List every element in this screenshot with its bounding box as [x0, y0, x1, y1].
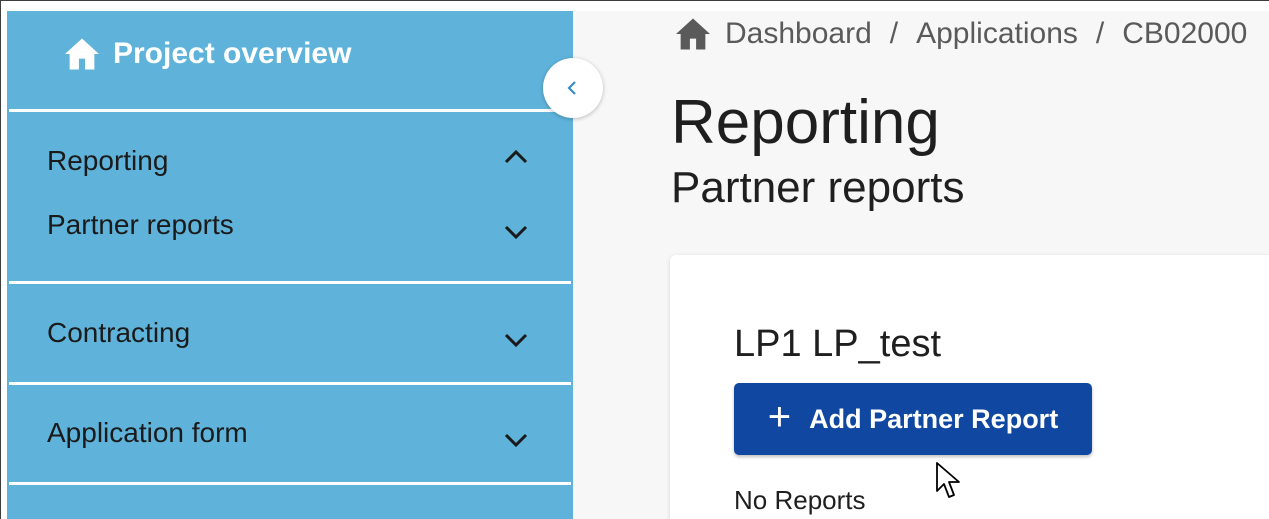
sidebar-item-partner-reports[interactable]: Partner reports [47, 209, 234, 241]
plus-icon: + [767, 394, 792, 439]
sidebar-item-application-form[interactable]: Application form [47, 417, 248, 449]
sidebar-divider [9, 482, 571, 485]
breadcrumb-applications[interactable]: Applications [916, 17, 1078, 51]
main-content: Dashboard / Applications / CB02000 Repor… [573, 11, 1269, 519]
partner-name: LP1 LP_test [734, 323, 942, 365]
chevron-down-icon[interactable] [501, 222, 531, 242]
page-subtitle: Partner reports [671, 163, 965, 212]
sidebar-divider [9, 109, 571, 112]
chevron-left-icon [567, 81, 576, 95]
sidebar-item-reporting[interactable]: Reporting [47, 145, 168, 177]
add-partner-report-label: Add Partner Report [809, 403, 1059, 434]
breadcrumb-dashboard[interactable]: Dashboard [725, 17, 872, 51]
project-overview-label: Project overview [113, 37, 352, 70]
sidebar: Project overview Reporting Partner repor… [7, 11, 573, 519]
partner-card: LP1 LP_test + Add Partner Report No Repo… [670, 255, 1269, 519]
mouse-cursor-icon [936, 462, 960, 498]
sidebar-project-overview[interactable]: Project overview [63, 37, 351, 71]
page-title: Reporting [671, 88, 940, 157]
breadcrumb-separator: / [889, 17, 899, 50]
chevron-down-icon[interactable] [501, 430, 531, 450]
sidebar-item-contracting[interactable]: Contracting [47, 317, 190, 349]
home-icon[interactable] [673, 17, 713, 51]
breadcrumb: Dashboard / Applications / CB02000 [673, 17, 1247, 51]
chevron-down-icon[interactable] [501, 330, 531, 350]
sidebar-divider [9, 281, 571, 284]
collapse-sidebar-button[interactable] [543, 58, 603, 118]
breadcrumb-separator: / [1095, 17, 1105, 50]
no-reports-text: No Reports [734, 485, 866, 515]
app-window: Project overview Reporting Partner repor… [0, 0, 1269, 519]
breadcrumb-application-id[interactable]: CB02000 [1122, 17, 1247, 51]
chevron-up-icon[interactable] [501, 147, 531, 167]
add-partner-report-button[interactable]: + Add Partner Report [734, 383, 1092, 455]
home-icon [65, 38, 99, 70]
sidebar-divider [9, 382, 571, 385]
